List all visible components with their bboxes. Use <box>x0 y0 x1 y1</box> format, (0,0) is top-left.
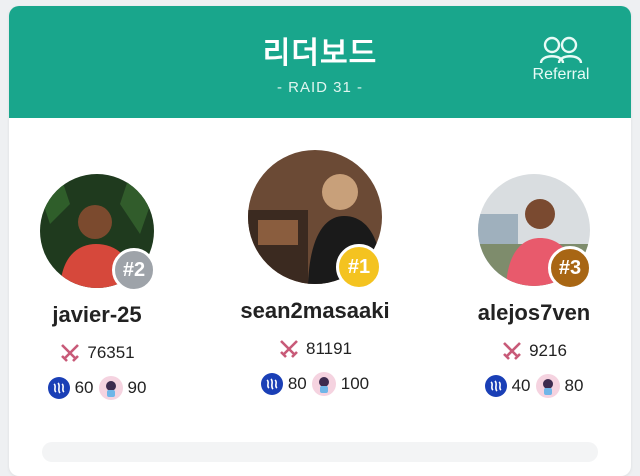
rank-label: #2 <box>122 258 146 281</box>
leaderboard-player-2[interactable]: #2 javier-25 76351 60 90 <box>12 174 182 400</box>
avatar[interactable]: #2 <box>40 174 156 292</box>
rank-badge: #3 <box>548 246 592 290</box>
rank-label: #1 <box>347 255 371 278</box>
leaderboard-header: 리더보드 - RAID 31 - Referral <box>9 6 631 118</box>
avatar[interactable]: #1 <box>248 150 382 290</box>
users-icon <box>539 36 583 64</box>
rank-label: #3 <box>558 256 582 279</box>
rewards-row: 80 100 <box>225 372 405 396</box>
pet-value: 80 <box>564 376 584 395</box>
crossed-swords-icon <box>61 344 80 362</box>
pet-character-icon <box>98 376 123 400</box>
leaderboard-card: 리더보드 - RAID 31 - Referral #2 javier-25 7… <box>9 6 631 476</box>
player-name: sean2masaaki <box>240 298 390 323</box>
steem-icon <box>47 377 70 399</box>
steem-value: 60 <box>74 378 94 397</box>
referral-label: Referral <box>532 66 590 83</box>
avatar[interactable]: #3 <box>478 174 592 290</box>
rank-badge: #1 <box>336 244 382 290</box>
leaderboard-player-3[interactable]: #3 alejos7ven 9216 40 80 <box>449 174 619 398</box>
referral-button[interactable]: Referral <box>521 36 601 84</box>
sword-score-row: 81191 <box>225 338 405 360</box>
sword-score: 9216 <box>529 341 567 360</box>
rewards-row: 40 80 <box>449 374 619 398</box>
leaderboard-player-1[interactable]: #1 sean2masaaki 81191 80 100 <box>225 150 405 396</box>
crossed-swords-icon <box>280 340 298 358</box>
pet-character-icon <box>311 372 336 396</box>
sword-score-row: 76351 <box>12 342 182 364</box>
player-name: javier-25 <box>52 302 142 327</box>
sword-score-row: 9216 <box>449 340 619 362</box>
player-name: alejos7ven <box>477 300 591 325</box>
rewards-row: 60 90 <box>12 376 182 400</box>
next-section-strip <box>42 442 598 462</box>
sword-score: 81191 <box>305 339 352 358</box>
pet-value: 90 <box>127 378 147 397</box>
pet-character-icon <box>535 374 560 398</box>
steem-value: 80 <box>287 374 307 393</box>
steem-icon <box>260 373 283 395</box>
rank-badge: #2 <box>112 248 156 292</box>
steem-value: 40 <box>511 376 531 395</box>
pet-value: 100 <box>340 374 370 393</box>
steem-icon <box>484 375 507 397</box>
sword-score: 76351 <box>87 343 135 362</box>
crossed-swords-icon <box>503 342 521 360</box>
